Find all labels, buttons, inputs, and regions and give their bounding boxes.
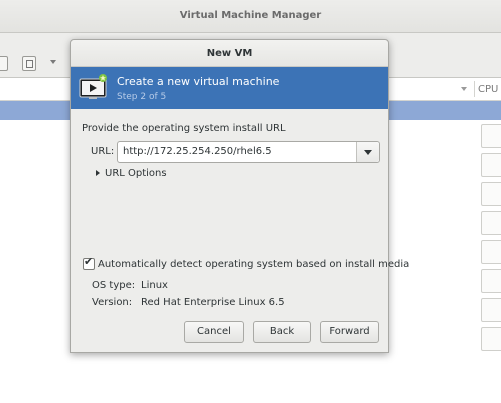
- back-button[interactable]: Back: [253, 321, 311, 343]
- install-url-instruction: Provide the operating system install URL: [82, 123, 286, 134]
- cpu-usage-cell: [481, 298, 501, 322]
- main-window-title: Virtual Machine Manager: [179, 10, 322, 21]
- cpu-usage-cell: [481, 327, 501, 351]
- url-input[interactable]: [118, 142, 354, 162]
- new-vm-dialog: New VM Create a new virtual machine Step…: [70, 39, 409, 353]
- cancel-button[interactable]: Cancel: [184, 321, 244, 343]
- dialog-title: New VM: [206, 48, 253, 59]
- sort-arrow-icon[interactable]: [461, 87, 467, 91]
- cpu-usage-cell: [481, 182, 501, 206]
- column-cpu[interactable]: CPU: [478, 84, 498, 95]
- open-console-icon[interactable]: [22, 56, 36, 71]
- console-glyph-icon: [26, 60, 33, 68]
- cpu-usage-cell: [481, 211, 501, 235]
- forward-button[interactable]: Forward: [320, 321, 379, 343]
- os-type-value: Linux: [141, 280, 168, 291]
- wizard-title: Create a new virtual machine: [117, 75, 280, 88]
- triangle-right-icon: [96, 170, 100, 176]
- wizard-banner: Create a new virtual machine Step 2 of 5: [71, 67, 388, 109]
- version-label: Version:: [92, 297, 133, 308]
- url-combo: [117, 141, 380, 163]
- auto-detect-checkbox[interactable]: ✔: [83, 255, 95, 270]
- column-separator: [474, 81, 475, 97]
- cpu-usage-cell: [481, 269, 501, 293]
- url-options-label: URL Options: [105, 168, 167, 179]
- cpu-usage-cell: [481, 124, 501, 148]
- url-label: URL:: [91, 146, 115, 157]
- auto-detect-label[interactable]: Automatically detect operating system ba…: [98, 259, 409, 270]
- cpu-usage-cell: [481, 153, 501, 177]
- wizard-step: Step 2 of 5: [117, 92, 167, 102]
- dialog-titlebar[interactable]: New VM: [71, 40, 388, 67]
- cpu-usage-cell: [481, 240, 501, 264]
- main-window-titlebar: Virtual Machine Manager: [0, 0, 501, 33]
- os-type-label: OS type:: [92, 280, 136, 291]
- checkmark-icon: ✔: [84, 255, 94, 268]
- chevron-down-icon: [364, 150, 372, 155]
- version-value: Red Hat Enterprise Linux 6.5: [141, 297, 285, 308]
- toolbar-dropdown-icon[interactable]: [50, 60, 56, 64]
- url-dropdown-button[interactable]: [356, 142, 379, 162]
- vm-monitor-new-icon: [79, 74, 107, 102]
- toolbar-button-icon[interactable]: [0, 56, 8, 71]
